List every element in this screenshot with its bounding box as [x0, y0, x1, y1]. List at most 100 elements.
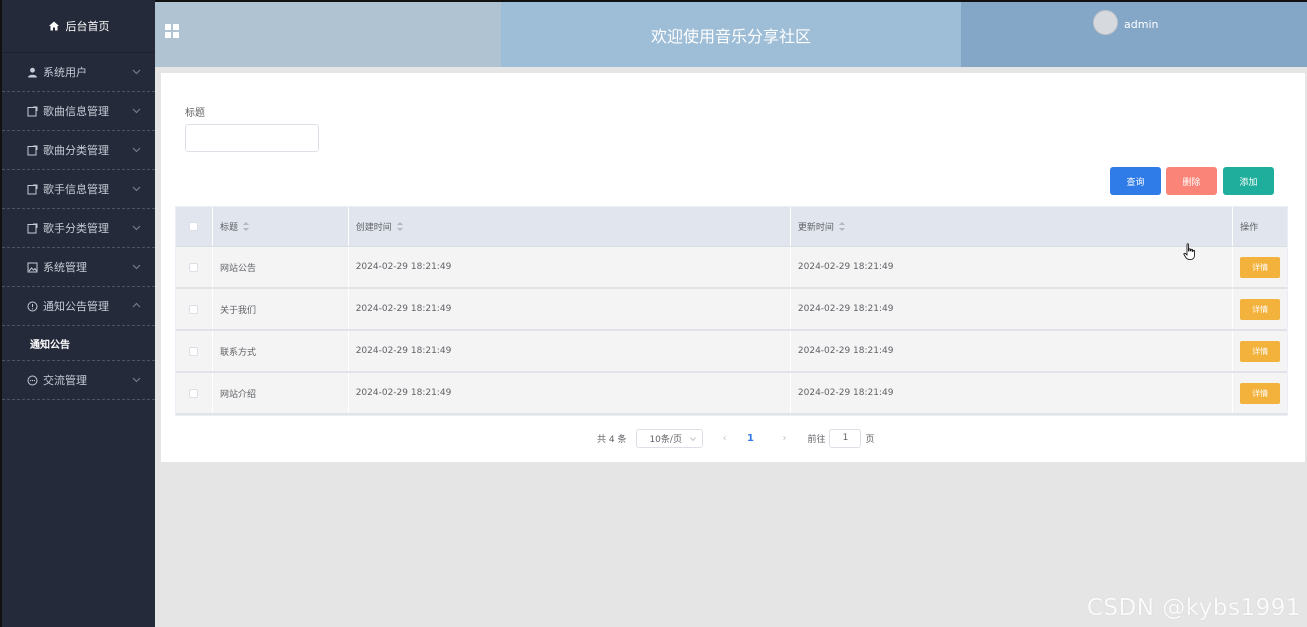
- content-card: 标题 查询 删除 添加 标题 创建时间 更新时间 操作 网站公告 2024-02…: [161, 73, 1305, 462]
- sort-icon[interactable]: [838, 222, 845, 231]
- sidebar-item-label: 系统管理: [43, 261, 87, 274]
- detail-button[interactable]: 详情: [1240, 382, 1281, 404]
- row-checkbox[interactable]: [189, 388, 199, 398]
- sidebar-item-label: 通知公告管理: [43, 300, 109, 313]
- row-checkbox[interactable]: [189, 346, 199, 356]
- page-size-value: 10条/页: [649, 434, 682, 445]
- chat-icon: [26, 374, 38, 386]
- cell-actions: 详情: [1233, 331, 1287, 371]
- cell-updated: 2024-02-29 18:21:49: [791, 289, 1234, 329]
- add-button[interactable]: 添加: [1223, 167, 1274, 195]
- row-select-cell: [176, 247, 213, 287]
- header-left: [155, 2, 501, 67]
- next-page-button[interactable]: ›: [771, 433, 797, 444]
- row-select-cell: [176, 289, 213, 329]
- cell-actions: 详情: [1233, 247, 1287, 287]
- sort-icon[interactable]: [396, 222, 403, 231]
- select-all-checkbox[interactable]: [189, 222, 199, 231]
- table-row: 关于我们 2024-02-29 18:21:49 2024-02-29 18:2…: [176, 289, 1287, 331]
- table-header: 标题 创建时间 更新时间 操作: [176, 207, 1287, 247]
- table-row: 网站公告 2024-02-29 18:21:49 2024-02-29 18:2…: [176, 247, 1287, 289]
- sidebar-item-label: 歌手信息管理: [43, 183, 109, 196]
- sidebar-item-label: 歌手分类管理: [43, 222, 109, 235]
- cell-updated: 2024-02-29 18:21:49: [791, 373, 1234, 413]
- prev-page-button[interactable]: ‹: [711, 433, 737, 444]
- column-header-title[interactable]: 标题: [213, 207, 349, 246]
- note-icon: [26, 144, 38, 156]
- goto-label: 前往: [807, 434, 826, 445]
- sidebar-item-notice-management[interactable]: 通知公告管理: [2, 287, 155, 326]
- column-header-actions: 操作: [1240, 223, 1259, 233]
- row-checkbox[interactable]: [189, 262, 199, 272]
- sidebar-subitem-notice[interactable]: 通知公告: [2, 326, 155, 361]
- title-search-input[interactable]: [185, 124, 319, 152]
- watermark: CSDN @kybs1991: [1086, 595, 1301, 621]
- grid-menu-icon[interactable]: [165, 24, 179, 38]
- detail-button[interactable]: 详情: [1240, 340, 1281, 362]
- note-icon: [26, 105, 38, 117]
- column-header-label: 标题: [219, 223, 238, 233]
- sidebar-item-communication[interactable]: 交流管理: [2, 361, 155, 400]
- top-header: 欢迎使用音乐分享社区 admin: [155, 0, 1307, 67]
- cell-updated: 2024-02-29 18:21:49: [791, 331, 1234, 371]
- chevron-down-icon: [132, 186, 141, 192]
- row-select-cell: [176, 331, 213, 371]
- sidebar-item-label: 系统用户: [43, 66, 87, 79]
- page-size-select[interactable]: 10条/页: [636, 428, 704, 448]
- user-icon: [26, 66, 38, 78]
- sort-icon[interactable]: [242, 222, 249, 231]
- cell-title: 关于我们: [213, 289, 349, 329]
- image-icon: [26, 261, 38, 273]
- chevron-down-icon: [690, 436, 697, 441]
- sidebar-item-singer-info[interactable]: 歌手信息管理: [2, 170, 155, 209]
- sidebar-item-system-users[interactable]: 系统用户: [2, 53, 155, 92]
- column-header-label: 更新时间: [797, 223, 834, 233]
- note-icon: [26, 222, 38, 234]
- column-header-label: 创建时间: [355, 223, 392, 233]
- cell-created: 2024-02-29 18:21:49: [349, 289, 791, 329]
- pagination-total: 共 4 条: [597, 434, 627, 445]
- column-header-updated[interactable]: 更新时间: [791, 207, 1234, 246]
- row-checkbox[interactable]: [189, 304, 199, 314]
- cell-actions: 详情: [1233, 289, 1287, 329]
- sidebar-item-song-category[interactable]: 歌曲分类管理: [2, 131, 155, 170]
- row-select-cell: [176, 373, 213, 413]
- cell-title: 网站介绍: [213, 373, 349, 413]
- search-label: 标题: [185, 108, 205, 119]
- sidebar-item-song-info[interactable]: 歌曲信息管理: [2, 92, 155, 131]
- info-icon: [26, 300, 38, 312]
- table-row: 网站介绍 2024-02-29 18:21:49 2024-02-29 18:2…: [176, 373, 1287, 415]
- cell-title: 网站公告: [213, 247, 349, 287]
- cell-created: 2024-02-29 18:21:49: [349, 331, 791, 371]
- column-header-created[interactable]: 创建时间: [349, 207, 791, 246]
- header-title: 欢迎使用音乐分享社区: [501, 2, 961, 67]
- sidebar-subitem-label: 通知公告: [30, 339, 70, 351]
- sidebar-home[interactable]: 后台首页: [2, 0, 155, 53]
- avatar[interactable]: [1093, 10, 1118, 35]
- sidebar-item-singer-category[interactable]: 歌手分类管理: [2, 209, 155, 248]
- chevron-up-icon: [132, 302, 141, 308]
- sidebar-item-system-management[interactable]: 系统管理: [2, 248, 155, 287]
- query-button[interactable]: 查询: [1110, 167, 1161, 195]
- goto-page-input[interactable]: 1: [829, 428, 862, 448]
- cell-created: 2024-02-29 18:21:49: [349, 373, 791, 413]
- chevron-down-icon: [132, 69, 141, 75]
- detail-button[interactable]: 详情: [1240, 256, 1281, 278]
- chevron-down-icon: [132, 377, 141, 383]
- delete-button[interactable]: 删除: [1166, 167, 1217, 195]
- page-suffix: 页: [865, 434, 875, 445]
- cell-created: 2024-02-29 18:21:49: [349, 247, 791, 287]
- sidebar-home-label: 后台首页: [65, 20, 110, 33]
- pagination: 共 4 条 10条/页 ‹ 1 › 前往 1 页: [597, 428, 874, 448]
- hand-cursor-icon: [1183, 243, 1195, 260]
- chevron-down-icon: [132, 147, 141, 153]
- page-number-current[interactable]: 1: [737, 433, 763, 444]
- note-icon: [26, 183, 38, 195]
- chevron-down-icon: [132, 108, 141, 114]
- header-user[interactable]: admin: [961, 2, 1307, 67]
- chevron-down-icon: [132, 225, 141, 231]
- select-all-cell: [176, 207, 213, 246]
- detail-button[interactable]: 详情: [1240, 298, 1281, 320]
- home-icon: [48, 20, 60, 32]
- username[interactable]: admin: [1124, 18, 1158, 31]
